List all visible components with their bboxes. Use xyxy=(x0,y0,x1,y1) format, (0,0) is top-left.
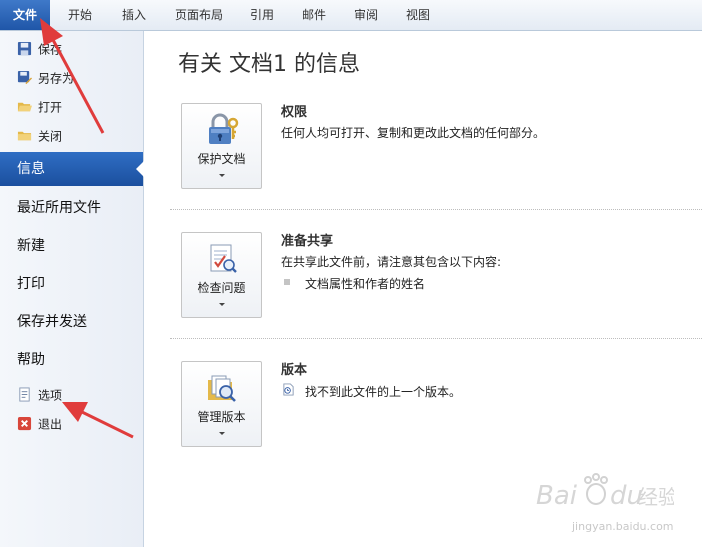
options-icon xyxy=(19,387,30,402)
dropdown-caret-icon xyxy=(219,303,225,306)
dropdown-caret-icon xyxy=(219,432,225,435)
section-divider xyxy=(170,338,702,339)
close-label: 关闭 xyxy=(38,129,63,144)
check-for-issues-label: 检查问题 xyxy=(197,281,246,295)
check-for-issues-button[interactable]: 检查问题 xyxy=(181,232,262,318)
save-as-command[interactable]: 另存为 xyxy=(17,67,137,89)
nav-item-help[interactable]: 帮助 xyxy=(0,343,143,377)
options-command[interactable]: 选项 xyxy=(17,384,137,406)
save-command[interactable]: 保存 xyxy=(17,38,137,60)
svg-text:Bai: Bai xyxy=(536,481,578,511)
no-previous-version-text: 找不到此文件的上一个版本。 xyxy=(305,385,462,399)
tab-review[interactable]: 审阅 xyxy=(344,0,388,30)
protect-document-button[interactable]: 保护文档 xyxy=(181,103,262,189)
open-command[interactable]: 打开 xyxy=(17,96,137,118)
manage-versions-label: 管理版本 xyxy=(197,410,246,424)
open-label: 打开 xyxy=(38,100,63,115)
protect-document-label: 保护文档 xyxy=(197,152,246,166)
permissions-description: 任何人均可打开、复制和更改此文档的任何部分。 xyxy=(281,126,546,140)
tab-file[interactable]: 文件 xyxy=(0,0,50,30)
nav-item-print[interactable]: 打印 xyxy=(0,267,143,301)
tab-page-layout[interactable]: 页面布局 xyxy=(166,0,232,30)
bullet-icon xyxy=(284,279,290,285)
tab-references[interactable]: 引用 xyxy=(240,0,284,30)
watermark-url: jingyan.baidu.com xyxy=(572,520,674,533)
version-document-icon xyxy=(283,383,294,396)
save-as-icon xyxy=(17,70,32,85)
prepare-sharing-description: 在共享此文件前，请注意其包含以下内容: xyxy=(281,255,502,269)
save-icon xyxy=(17,41,32,56)
page-title: 有关 文档1 的信息 xyxy=(178,52,360,77)
versions-title: 版本 xyxy=(281,363,308,378)
nav-item-new[interactable]: 新建 xyxy=(0,229,143,263)
tab-insert[interactable]: 插入 xyxy=(112,0,156,30)
backstage-nav: 保存 另存为 打开 关闭 信息 最近所用文件 新建 打印 保存并发送 帮助 选项 xyxy=(0,31,144,547)
prepare-sharing-title: 准备共享 xyxy=(281,234,334,249)
nav-item-info[interactable]: 信息 xyxy=(0,152,144,186)
exit-icon xyxy=(17,416,32,431)
dropdown-caret-icon xyxy=(219,174,225,177)
nav-item-save-send[interactable]: 保存并发送 xyxy=(0,305,143,339)
document-properties-item: 文档属性和作者的姓名 xyxy=(305,277,426,291)
permissions-title: 权限 xyxy=(281,105,308,120)
tab-view[interactable]: 视图 xyxy=(396,0,440,30)
exit-label: 退出 xyxy=(38,417,63,432)
nav-item-recent[interactable]: 最近所用文件 xyxy=(0,191,143,225)
svg-text:经验: 经验 xyxy=(638,485,674,509)
save-label: 保存 xyxy=(38,42,63,57)
close-folder-icon xyxy=(17,131,32,141)
options-label: 选项 xyxy=(38,388,63,403)
manage-versions-button[interactable]: 管理版本 xyxy=(181,361,262,447)
close-command[interactable]: 关闭 xyxy=(17,125,137,147)
open-folder-icon xyxy=(17,102,32,112)
ribbon-tab-bar: 文件 开始 插入 页面布局 引用 邮件 审阅 视图 xyxy=(0,0,702,31)
exit-command[interactable]: 退出 xyxy=(17,413,137,435)
tab-mailings[interactable]: 邮件 xyxy=(292,0,336,30)
inspect-document-icon xyxy=(210,244,237,273)
tab-home[interactable]: 开始 xyxy=(58,0,102,30)
section-divider xyxy=(170,209,702,210)
manage-versions-icon xyxy=(208,375,236,402)
lock-key-icon xyxy=(209,113,239,144)
save-as-label: 另存为 xyxy=(38,71,75,86)
